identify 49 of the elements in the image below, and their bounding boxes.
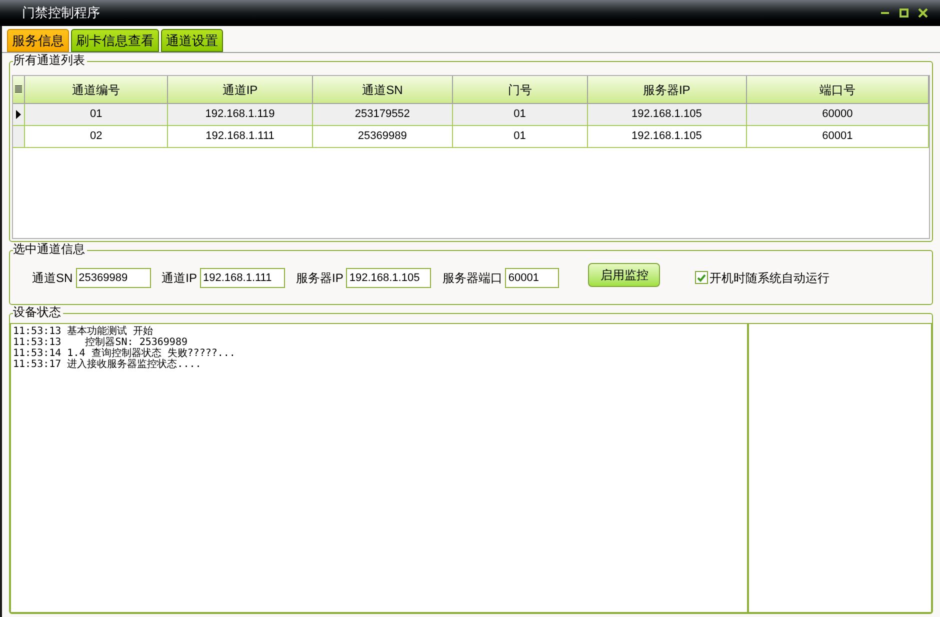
- column-header[interactable]: 端口号: [746, 76, 929, 103]
- table-cell-text: 01: [514, 129, 526, 144]
- input-field[interactable]: 192.168.1.111: [200, 268, 286, 288]
- column-header[interactable]: 通道SN: [312, 76, 454, 103]
- table-row[interactable]: 02 192.168.1.111 25369989 01 192.168.1.105 60001: [13, 126, 929, 148]
- field-label: 服务器端口: [442, 270, 502, 286]
- log-line: 11:53:13 控制器SN: 25369989: [13, 337, 188, 348]
- group-title: 所有通道列表: [13, 53, 87, 68]
- row-pointer-icon: [16, 110, 21, 119]
- field-label: 通道IP: [162, 270, 198, 286]
- table-cell-text: 253179552: [354, 107, 410, 122]
- list-icon: [14, 85, 22, 94]
- column-header[interactable]: 通道编号: [24, 76, 168, 103]
- column-header[interactable]: 门号: [453, 76, 588, 103]
- start-monitor-button[interactable]: 启用监控: [588, 263, 660, 287]
- column-header[interactable]: 通道IP: [168, 76, 313, 103]
- log-line: 11:53:13 基本功能测试 开始: [13, 326, 154, 337]
- log-line: 11:53:17 进入接收服务器监控状态....: [13, 359, 202, 370]
- tab[interactable]: 通道设置: [161, 29, 223, 52]
- window-title: 门禁控制程序: [22, 4, 101, 22]
- tab[interactable]: 服务信息: [7, 29, 69, 52]
- input-field[interactable]: 192.168.1.105: [346, 268, 432, 288]
- table-cell-text: 60001: [822, 129, 853, 144]
- group-title: 选中通道信息: [13, 242, 87, 257]
- column-header[interactable]: 服务器IP: [588, 76, 747, 103]
- field-label: 服务器IP: [296, 270, 344, 286]
- corner-header[interactable]: [13, 76, 25, 103]
- input-field[interactable]: 60001: [505, 268, 560, 288]
- row-header[interactable]: [13, 104, 25, 125]
- group-title: 设备状态: [13, 305, 63, 320]
- maximize-icon[interactable]: [899, 8, 909, 18]
- checkmark-icon: [697, 274, 706, 282]
- table-cell-text: 02: [90, 129, 102, 144]
- field-label: 通道SN: [32, 270, 73, 286]
- table-cell-text: 192.168.1.119: [205, 107, 275, 122]
- table-cell-text: 192.168.1.111: [206, 129, 274, 144]
- table-cell-text: 01: [90, 107, 102, 122]
- table-cell-text: 192.168.1.105: [631, 107, 702, 122]
- table-cell-text: 60000: [822, 107, 853, 122]
- checkbox[interactable]: [695, 271, 708, 284]
- table-cell-text: 01: [514, 107, 526, 122]
- close-icon[interactable]: [918, 8, 928, 18]
- table-row[interactable]: 01 192.168.1.119 253179552 01 192.168.1.105 60000: [13, 104, 929, 126]
- table-cell-text: 25369989: [358, 129, 407, 144]
- checkbox-label: 开机时随系统自动运行: [709, 270, 830, 286]
- table-cell-text: 192.168.1.105: [631, 129, 702, 144]
- tab[interactable]: 刷卡信息查看: [71, 29, 159, 52]
- log-line: 11:53:14 1.4 查询控制器状态 失败?????...: [13, 348, 236, 359]
- input-field[interactable]: 25369989: [76, 268, 151, 288]
